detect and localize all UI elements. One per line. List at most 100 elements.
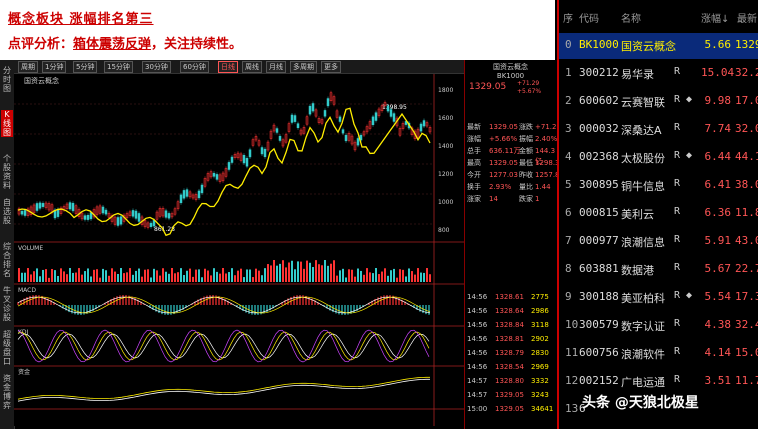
cell-name: 广电运通 [621, 376, 665, 389]
volume-bar [141, 276, 143, 282]
table-row[interactable]: 10300579数字认证 R 4.3832.42 [559, 313, 758, 339]
table-row[interactable]: 9 300188美亚柏科 R ◆ 5.5417.34 [559, 285, 758, 311]
table-header-cell[interactable]: 序 [563, 10, 573, 25]
cell-pct: 5.54 [704, 290, 732, 303]
candle [86, 215, 90, 220]
sidebar-tab[interactable]: 超 级 盘 口 [1, 330, 13, 366]
table-row[interactable]: 2 600602云赛智联 R ◆ 9.9817.00 [559, 89, 758, 115]
cell-price: 1329.05 [735, 38, 758, 51]
table-row[interactable]: 8 603881数据港 R 5.6722.73 [559, 257, 758, 283]
toolbar-button[interactable]: 多周期 [290, 61, 317, 73]
volume-bar [390, 270, 392, 282]
volume-bar [195, 269, 197, 282]
cell-idx: 12 [565, 374, 579, 387]
cell-flag: R [674, 234, 681, 245]
table-header-cell[interactable]: 涨幅↓ [701, 10, 729, 25]
table-row[interactable]: 0 BK1000国资云概念 5.661329.05 [559, 33, 758, 59]
volume-bar [243, 277, 245, 282]
quote-stat-cell: 跌家 [519, 195, 533, 203]
sidebar-tab[interactable]: 个 股 资 料 [1, 154, 13, 190]
volume-bar [18, 268, 20, 282]
volume-bar [42, 269, 44, 282]
volume-bar [213, 268, 215, 282]
sidebar-tab[interactable]: 资 金 博 弈 [1, 374, 13, 410]
quote-stat-cell: 1277.03 [489, 171, 518, 179]
candle [68, 202, 72, 210]
quote-stat-cell: 涨幅 [467, 135, 481, 143]
cell-flag: R [674, 318, 681, 329]
sidebar-tab[interactable]: K 线 图 [1, 110, 13, 137]
toolbar-button[interactable]: 1分钟 [42, 61, 67, 73]
table-row[interactable]: 4 002368太极股份 R ◆ 6.4444.16 [559, 145, 758, 171]
toolbar-button[interactable]: 周期 [18, 61, 38, 73]
volume-bar [429, 274, 431, 282]
toolbar-button[interactable]: 月线 [266, 61, 286, 73]
table-header-cell[interactable]: 代码 [579, 10, 599, 25]
candle [89, 212, 93, 220]
table-row[interactable]: 3 000032深桑达A R 7.7432.00 [559, 117, 758, 143]
table-row[interactable]: 6 000815美利云 R 6.3611.88 [559, 201, 758, 227]
candle [56, 209, 60, 217]
candle [185, 189, 189, 197]
sidebar-tab[interactable]: 分 时 图 [1, 66, 13, 93]
quote-stat-cell: 量比 [519, 183, 533, 191]
analysis-label: 点评分析： [8, 37, 74, 52]
cell-code: 002368 [579, 150, 619, 163]
table-row[interactable]: 11600756浪潮软件 R 4.1415.09 [559, 341, 758, 367]
volume-bar [78, 268, 80, 282]
cell-pct: 9.98 [704, 94, 732, 107]
toolbar-button[interactable]: 5分钟 [73, 61, 98, 73]
toolbar-button[interactable]: 60分钟 [180, 61, 209, 73]
cell-flag: R [674, 262, 681, 273]
quote-stat-cell: 1329.05 [489, 159, 518, 167]
volume-bar [54, 270, 56, 282]
volume-bar [246, 269, 248, 282]
toolbar-button[interactable]: 15分钟 [104, 61, 133, 73]
volume-bar [81, 274, 83, 282]
volume-bar [303, 268, 305, 282]
tick-cell: 3243 [531, 391, 549, 399]
toolbar-button[interactable]: 周线 [242, 61, 262, 73]
candle [386, 105, 390, 112]
table-row[interactable]: 5 300895铜牛信息 R 6.4138.00 [559, 173, 758, 199]
cell-pct: 15.04 [701, 66, 735, 79]
sidebar-tab[interactable]: 综 合 排 名 [1, 242, 13, 278]
candle [23, 210, 27, 216]
cell-price: 11.88 [735, 206, 758, 219]
sidebar-tab[interactable]: 牛 叉 诊 股 [1, 286, 13, 322]
sidebar-tab[interactable]: 自 选 股 [1, 198, 13, 225]
volume-bar [423, 272, 425, 282]
volume-bar [333, 260, 335, 282]
toolbar-button[interactable]: 30分钟 [142, 61, 171, 73]
quote-stat-cell: 涨家 [467, 195, 481, 203]
volume-bar [300, 261, 302, 282]
cell-name: 易华录 [621, 68, 654, 81]
cell-idx: 6 [565, 206, 572, 219]
volume-bar [66, 274, 68, 282]
kline-chart[interactable]: 国资云概念 VOLUME MACD KDJ 资金 1398.95 861.28 … [14, 74, 464, 426]
candle [104, 209, 108, 215]
toolbar-button[interactable]: 更多 [321, 61, 341, 73]
volume-bar [405, 276, 407, 282]
table-row[interactable]: 1 300212易华录 R 15.0432.20 [559, 61, 758, 87]
table-header-cell[interactable]: 名称 [621, 10, 641, 25]
tick-cell: 1329.05 [495, 391, 524, 399]
quote-stat-row: 涨家 14 跌家 1 [467, 194, 555, 204]
toolbar-button[interactable]: 日线 [218, 61, 238, 73]
candle [119, 216, 123, 225]
table-header-cell[interactable]: 最新 [737, 10, 757, 25]
price-tick: 1000 [438, 199, 453, 206]
quote-stat-cell: 今开 [467, 171, 481, 179]
candle [308, 105, 312, 115]
volume-bar [90, 276, 92, 282]
volume-bar [63, 271, 65, 282]
volume-bar [330, 263, 332, 282]
candle [242, 155, 246, 164]
table-row[interactable]: 7 000977浪潮信息 R 5.9143.00 [559, 229, 758, 255]
tick-row: 14:56 1328.79 2830 [467, 348, 555, 358]
volume-bar [354, 276, 356, 282]
volume-bar [33, 271, 35, 282]
volume-bar [48, 277, 50, 282]
tick-cell: 34641 [531, 405, 554, 413]
volume-bar [273, 260, 275, 282]
